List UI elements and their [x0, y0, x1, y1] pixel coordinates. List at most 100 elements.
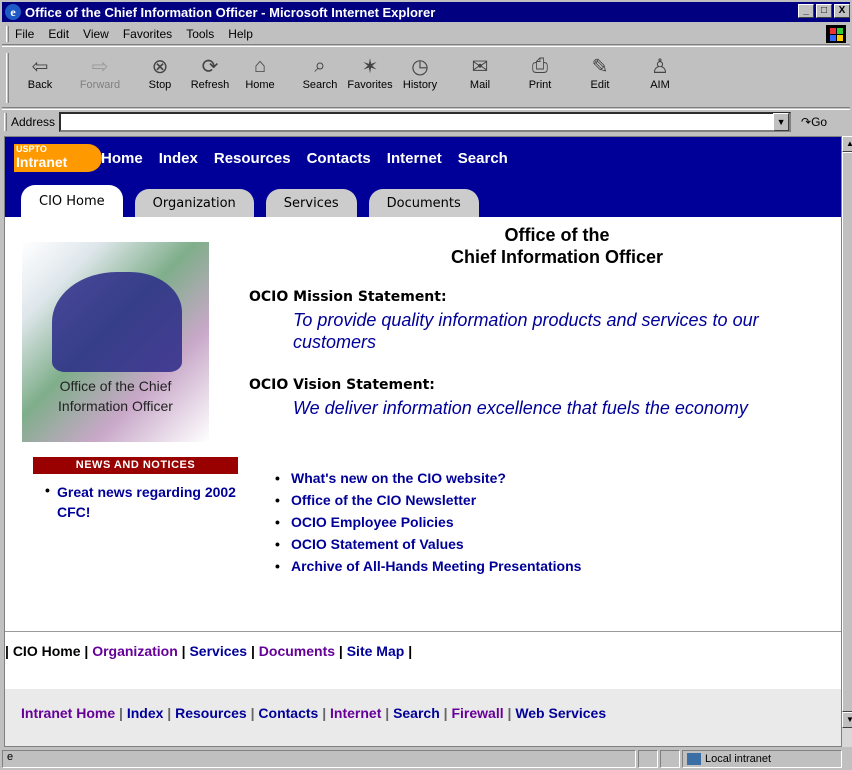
edit-icon: ✎ — [591, 55, 609, 78]
close-button[interactable]: X — [834, 4, 850, 18]
tab-organization[interactable]: Organization — [134, 189, 254, 217]
cio-links: What's new on the CIO website? Office of… — [275, 467, 581, 577]
aim-label: AIM — [650, 79, 670, 91]
home-icon: ⌂ — [253, 54, 267, 77]
menu-file[interactable]: File — [15, 27, 34, 41]
nav-search[interactable]: Search — [458, 150, 508, 167]
footer-site-map[interactable]: Site Map — [347, 643, 405, 659]
back-button[interactable]: ⇦ Back — [15, 53, 65, 92]
back-arrow-icon: ⇦ — [31, 55, 49, 78]
browser-window: e Office of the Chief Information Office… — [0, 0, 852, 770]
stop-button[interactable]: ⊗ Stop — [135, 53, 185, 92]
menu-help[interactable]: Help — [228, 27, 253, 41]
page-title-line-1: Office of the — [504, 225, 610, 245]
image-caption-line-2: Information Officer — [58, 398, 173, 414]
favorites-button[interactable]: ✶ Favorites — [345, 53, 395, 92]
address-dropdown-button[interactable]: ▼ — [773, 112, 790, 131]
site-nav: Home Index Resources Contacts Internet S… — [101, 150, 508, 167]
history-icon: ◷ — [411, 55, 429, 78]
status-pane — [660, 750, 680, 768]
footer-web-services[interactable]: Web Services — [515, 705, 606, 721]
aim-icon: ♙ — [651, 55, 669, 78]
edit-button[interactable]: ✎ Edit — [575, 53, 625, 92]
bullet: • — [45, 482, 50, 498]
forward-button[interactable]: ⇨ Forward — [75, 53, 125, 92]
search-button[interactable]: ⌕ Search — [295, 53, 345, 92]
go-label: Go — [811, 114, 828, 129]
mail-icon: ✉ — [471, 55, 489, 78]
news-item-cfc[interactable]: Great news regarding 2002 CFC! — [57, 482, 237, 522]
search-icon: ⌕ — [314, 54, 326, 77]
menubar-grip[interactable] — [6, 25, 9, 42]
addressbar-grip[interactable] — [4, 112, 7, 131]
vision-label: OCIO Vision Statement: — [249, 377, 435, 393]
tab-cio-home[interactable]: CIO Home — [21, 185, 123, 217]
nav-home[interactable]: Home — [101, 150, 143, 167]
title-bar[interactable]: e Office of the Chief Information Office… — [2, 2, 850, 22]
list-item: What's new on the CIO website? — [275, 467, 581, 489]
menu-tools[interactable]: Tools — [186, 27, 214, 41]
logo-top-text: USPTO — [16, 144, 47, 154]
footer-cio-home[interactable]: CIO Home — [13, 643, 81, 659]
link-whats-new[interactable]: What's new on the CIO website? — [291, 470, 506, 486]
local-intranet-icon — [687, 753, 701, 765]
footer-index[interactable]: Index — [127, 705, 164, 721]
scroll-thumb[interactable] — [842, 152, 852, 712]
toolbar-grip[interactable] — [6, 53, 9, 103]
person-at-computer-silhouette — [52, 272, 182, 372]
address-bar: Address ▼ ↷Go — [2, 109, 850, 133]
menu-favorites[interactable]: Favorites — [123, 27, 172, 41]
minimize-button[interactable]: _ — [798, 4, 814, 18]
footer-contacts[interactable]: Contacts — [258, 705, 318, 721]
go-button[interactable]: ↷Go — [801, 115, 827, 129]
vertical-scrollbar[interactable]: ▲ ▼ — [842, 136, 852, 747]
footer-internet[interactable]: Internet — [330, 705, 381, 721]
mission-text: To provide quality information products … — [293, 310, 759, 352]
refresh-label: Refresh — [190, 79, 230, 91]
scroll-down-button[interactable]: ▼ — [842, 712, 852, 728]
ie-logo-icon: e — [5, 4, 21, 20]
history-button[interactable]: ◷ History — [395, 53, 445, 92]
home-label: Home — [245, 79, 275, 91]
nav-index[interactable]: Index — [159, 150, 198, 167]
scroll-up-button[interactable]: ▲ — [842, 136, 852, 152]
print-button[interactable]: ⎙ Print — [515, 53, 565, 92]
mail-button[interactable]: ✉ Mail — [455, 53, 505, 92]
home-button[interactable]: ⌂ Home — [235, 53, 285, 92]
standard-toolbar: ⇦ Back ⇨ Forward ⊗ Stop ⟳ Refresh ⌂ Home… — [2, 46, 850, 108]
page-content: USPTO Intranet Home Index Resources Cont… — [4, 136, 842, 747]
address-input[interactable] — [59, 111, 792, 132]
edit-label: Edit — [590, 79, 610, 91]
link-newsletter[interactable]: Office of the CIO Newsletter — [291, 492, 476, 508]
refresh-icon: ⟳ — [201, 55, 219, 78]
footer-intranet-home[interactable]: Intranet Home — [21, 705, 115, 721]
nav-resources[interactable]: Resources — [214, 150, 291, 167]
tab-documents[interactable]: Documents — [368, 189, 479, 217]
aim-button[interactable]: ♙ AIM — [635, 53, 685, 92]
go-arrow-icon: ↷ — [801, 114, 812, 129]
zone-label: Local intranet — [705, 753, 772, 765]
nav-contacts[interactable]: Contacts — [307, 150, 371, 167]
footer-firewall[interactable]: Firewall — [451, 705, 503, 721]
footer-organization[interactable]: Organization — [92, 643, 178, 659]
uspto-intranet-logo[interactable]: USPTO Intranet — [14, 144, 102, 172]
stop-icon: ⊗ — [151, 55, 169, 78]
footer-documents[interactable]: Documents — [259, 643, 335, 659]
footer-services[interactable]: Services — [189, 643, 247, 659]
maximize-button[interactable]: □ — [816, 4, 832, 18]
image-caption-line-1: Office of the Chief — [59, 378, 172, 394]
tab-services[interactable]: Services — [265, 189, 357, 217]
page-title-line-2: Chief Information Officer — [450, 247, 663, 267]
link-all-hands-archive[interactable]: Archive of All-Hands Meeting Presentatio… — [291, 558, 581, 574]
address-label: Address — [11, 114, 56, 129]
nav-internet[interactable]: Internet — [387, 150, 442, 167]
menu-view[interactable]: View — [83, 27, 109, 41]
link-statement-of-values[interactable]: OCIO Statement of Values — [291, 536, 464, 552]
menu-edit[interactable]: Edit — [48, 27, 69, 41]
window-title: Office of the Chief Information Officer … — [25, 4, 436, 20]
footer-search[interactable]: Search — [393, 705, 440, 721]
footer-resources[interactable]: Resources — [175, 705, 247, 721]
link-employee-policies[interactable]: OCIO Employee Policies — [291, 514, 454, 530]
list-item: OCIO Employee Policies — [275, 511, 581, 533]
refresh-button[interactable]: ⟳ Refresh — [185, 53, 235, 92]
